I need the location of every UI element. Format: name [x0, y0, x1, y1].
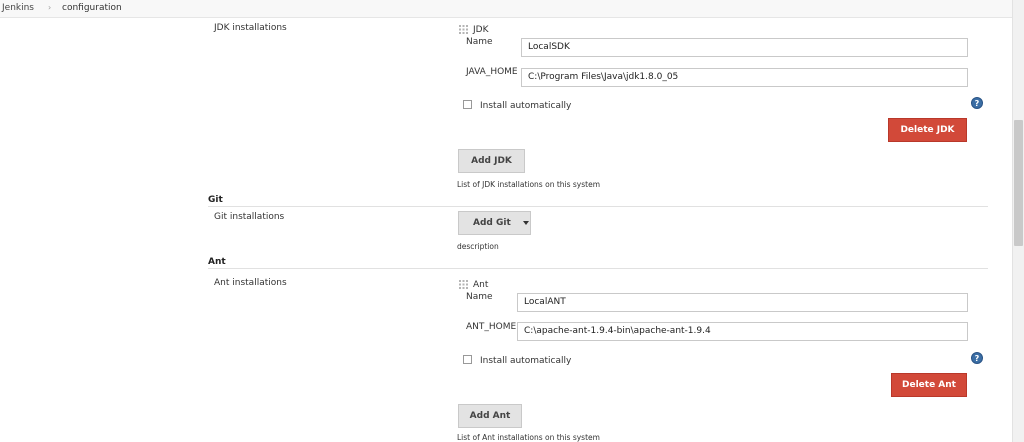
git-installations-label: Git installations	[214, 212, 285, 222]
ant-name-label: Name	[466, 292, 493, 302]
breadcrumb-bar	[0, 0, 1012, 18]
jdk-list-description: List of JDK installations on this system	[457, 180, 601, 189]
java-home-label: JAVA_HOME	[466, 67, 518, 77]
ant-section-divider	[208, 268, 988, 269]
add-ant-button[interactable]: Add Ant	[458, 404, 522, 428]
ant-list-description: List of Ant installations on this system	[457, 433, 600, 442]
breadcrumb-jenkins-link[interactable]: Jenkins	[2, 3, 34, 13]
jdk-installations-label: JDK installations	[214, 23, 287, 33]
java-home-input[interactable]: C:\Program Files\Java\jdk1.8.0_05	[521, 68, 968, 87]
git-description: description	[457, 242, 499, 251]
ant-install-automatically-checkbox[interactable]	[463, 355, 472, 364]
ant-home-label: ANT_HOME	[466, 322, 517, 332]
ant-home-input[interactable]: C:\apache-ant-1.9.4-bin\apache-ant-1.9.4	[517, 322, 968, 341]
delete-ant-button[interactable]: Delete Ant	[891, 373, 967, 397]
ant-section-title: Ant	[208, 257, 226, 267]
jdk-install-automatically-checkbox[interactable]	[463, 100, 472, 109]
jdk-name-label: Name	[466, 37, 493, 47]
add-git-button[interactable]: Add Git	[458, 211, 531, 235]
drag-handle-icon[interactable]	[459, 280, 468, 289]
jdk-block-title: JDK	[473, 25, 489, 35]
git-section-divider	[208, 206, 988, 207]
ant-installations-label: Ant installations	[214, 278, 287, 288]
ant-block-title: Ant	[473, 280, 489, 290]
ant-install-automatically-label: Install automatically	[480, 356, 572, 366]
jdk-help-icon[interactable]: ?	[971, 97, 983, 109]
ant-name-input[interactable]: LocalANT	[517, 293, 968, 312]
drag-handle-icon[interactable]	[459, 25, 468, 34]
add-git-button-label: Add Git	[473, 218, 511, 228]
scrollbar-thumb[interactable]	[1014, 120, 1023, 246]
jdk-install-automatically-label: Install automatically	[480, 101, 572, 111]
git-section-title: Git	[208, 195, 223, 205]
breadcrumb-configuration-link[interactable]: configuration	[62, 3, 122, 13]
jdk-name-input[interactable]: LocalSDK	[521, 38, 968, 57]
ant-help-icon[interactable]: ?	[971, 352, 983, 364]
delete-jdk-button[interactable]: Delete JDK	[888, 118, 967, 142]
chevron-down-icon	[523, 221, 529, 225]
add-jdk-button[interactable]: Add JDK	[458, 149, 525, 173]
breadcrumb-separator-icon: ›	[48, 3, 52, 12]
